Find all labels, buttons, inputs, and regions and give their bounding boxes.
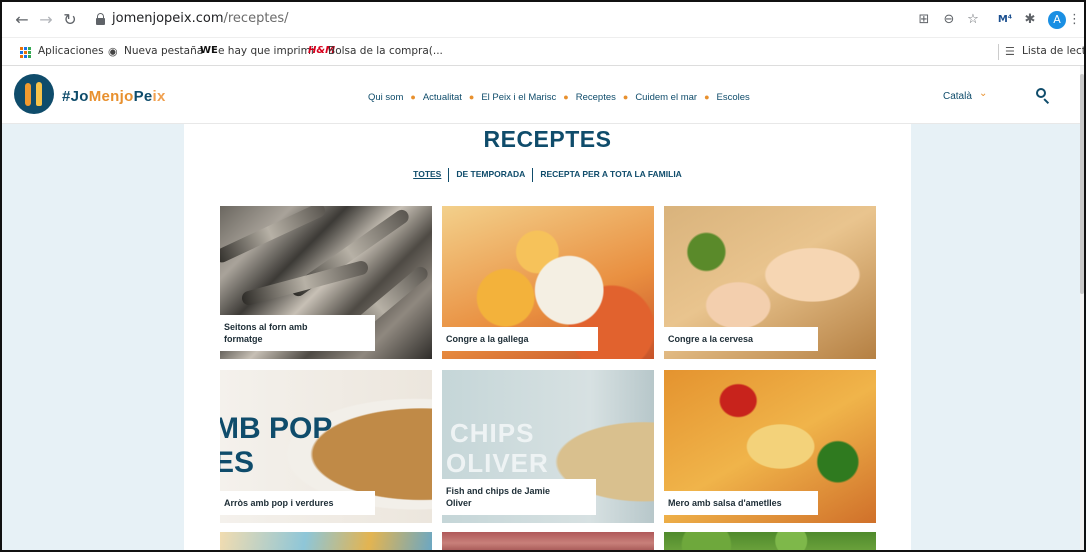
- image-overlay-text: OLIVER: [446, 448, 549, 478]
- image-overlay-text: ES: [220, 446, 255, 479]
- fish-shape: [240, 259, 370, 307]
- back-arrow-icon[interactable]: ←: [12, 10, 32, 30]
- search-icon[interactable]: [1036, 88, 1050, 105]
- we-logo-icon: WE: [200, 45, 218, 56]
- recipe-title: Fish and chips de Jamie Oliver: [442, 479, 596, 515]
- site-header: #JoMenjoPeix Qui som ● Actualitat ● El Peix …: [2, 66, 1084, 124]
- image-overlay-text: CHIPS: [450, 418, 535, 448]
- apps-icon[interactable]: [20, 47, 31, 58]
- recipe-card-seitons[interactable]: Seitons al forn amb formatge: [220, 206, 432, 359]
- menu-icon[interactable]: ⋮: [1068, 11, 1081, 29]
- recipe-card-partial[interactable]: [220, 532, 432, 550]
- nav-item-escoles[interactable]: Escoles: [717, 92, 750, 103]
- recipe-title: Seitons al forn amb formatge: [220, 315, 375, 351]
- filter-tabs: TOTES DE TEMPORADA RECEPTA PER A TOTA LA F…: [184, 168, 911, 182]
- globe-icon: ◉: [108, 45, 118, 58]
- fish-shape: [220, 206, 328, 265]
- recipe-title: Mero amb salsa d'ametlles: [664, 491, 818, 515]
- recipe-card-arros-pop[interactable]: MB POP ES Arròs amb pop i verdures: [220, 370, 432, 523]
- image-overlay-text: MB POP: [220, 412, 333, 445]
- recipe-card-fish-chips[interactable]: CHIPS OLIVER Fish and chips de Jamie Oliv…: [442, 370, 654, 523]
- lock-icon[interactable]: [96, 13, 105, 25]
- puzzle-icon[interactable]: ✱: [1021, 11, 1039, 29]
- nav-dot: ●: [622, 92, 629, 102]
- nav-item-cuidem-el-mar[interactable]: Cuidem el mar: [635, 92, 697, 103]
- url-field[interactable]: jomenjopeix.com/receptes/: [88, 8, 914, 32]
- tab-de-temporada[interactable]: DE TEMPORADA: [449, 169, 532, 179]
- forward-arrow-icon[interactable]: →: [36, 10, 56, 30]
- bookmark-new-tab[interactable]: Nueva pestaña: [124, 45, 203, 57]
- avatar[interactable]: A: [1048, 11, 1066, 29]
- logo-icon[interactable]: [14, 74, 54, 114]
- nav-item-qui-som[interactable]: Qui som: [368, 92, 403, 103]
- extension-icon[interactable]: M⁴: [996, 11, 1014, 29]
- reload-icon[interactable]: ↻: [60, 10, 80, 30]
- recipe-card-congre-gallega[interactable]: Congre a la gallega: [442, 206, 654, 359]
- url-text[interactable]: jomenjopeix.com/receptes/: [112, 11, 289, 26]
- nav-dot: ●: [563, 92, 569, 102]
- nav-dot: ●: [704, 92, 710, 102]
- scrollbar[interactable]: [1080, 66, 1084, 550]
- scrollbar-thumb[interactable]: [1080, 74, 1084, 294]
- nav-item-el-peix[interactable]: El Peix i el Marisc: [481, 92, 556, 103]
- bookmark-reading-list[interactable]: Lista de lectura: [1022, 45, 1084, 57]
- page-title: RECEPTES: [483, 126, 612, 152]
- main-nav: Qui som ● Actualitat ● El Peix i el Marisc ● R…: [368, 92, 750, 103]
- bookmark-apps[interactable]: Aplicaciones: [38, 45, 104, 57]
- browser-window: ← → ↻ jomenjopeix.com/receptes/ ⊞ ⊖ ☆ M⁴…: [0, 0, 1086, 552]
- recipe-title: Arròs amb pop i verdures: [220, 491, 375, 515]
- reading-list-icon[interactable]: ☰: [1005, 45, 1015, 58]
- recipe-card-partial[interactable]: [664, 532, 876, 550]
- recipes-content: RECEPTES TOTES DE TEMPORADA RECEPTA PER A …: [184, 124, 911, 550]
- chevron-down-icon[interactable]: ⌄: [979, 88, 987, 99]
- recipe-title: Congre a la cervesa: [664, 327, 818, 351]
- nav-item-receptes[interactable]: Receptes: [576, 92, 616, 103]
- recipe-card-mero[interactable]: Mero amb salsa d'ametlles: [664, 370, 876, 523]
- tab-totes[interactable]: TOTES: [406, 169, 448, 179]
- recipe-card-congre-cervesa[interactable]: Congre a la cervesa: [664, 206, 876, 359]
- recipe-title: Congre a la gallega: [442, 327, 598, 351]
- recipe-card-partial[interactable]: [442, 532, 654, 550]
- zoom-icon[interactable]: ⊖: [940, 11, 958, 29]
- bookmarks-bar: Aplicaciones ◉ Nueva pestaña WE e hay qu…: [2, 38, 1084, 66]
- translate-icon[interactable]: ⊞: [915, 11, 933, 29]
- bookmark-separator: [998, 44, 999, 60]
- bookmark-print[interactable]: e hay que imprimi: [218, 45, 314, 57]
- nav-item-actualitat[interactable]: Actualitat: [423, 92, 462, 103]
- tab-recepta-familia[interactable]: RECEPTA PER A TOTA LA FAMILIA: [533, 169, 689, 179]
- address-bar: ← → ↻ jomenjopeix.com/receptes/ ⊞ ⊖ ☆ M⁴…: [2, 2, 1084, 38]
- nav-dot: ●: [468, 92, 475, 102]
- star-icon[interactable]: ☆: [964, 11, 982, 29]
- bookmark-bag[interactable]: Bolsa de la compra(...: [328, 45, 443, 57]
- language-select[interactable]: Català: [943, 91, 972, 102]
- nav-dot: ●: [410, 92, 416, 102]
- site-logo-text[interactable]: #JoMenjoPeix: [62, 88, 166, 105]
